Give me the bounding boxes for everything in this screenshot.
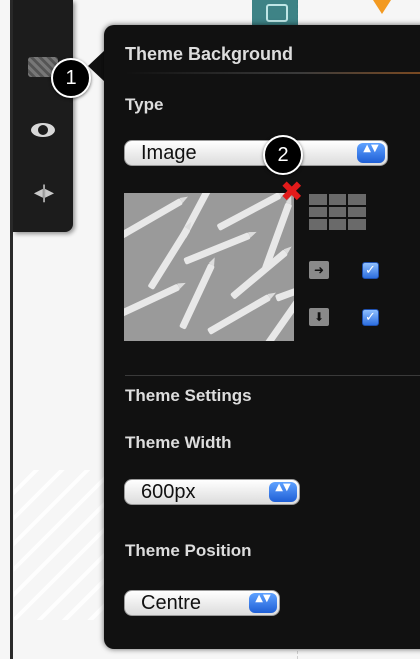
preview-eye-icon[interactable] <box>26 118 60 142</box>
theme-width-select[interactable]: 600px ▲▼ <box>124 479 300 505</box>
select-stepper-icon: ▲▼ <box>269 482 297 502</box>
theme-position-select[interactable]: Centre ▲▼ <box>124 590 280 616</box>
callout-marker-2: 2 <box>263 135 303 175</box>
theme-position-label: Theme Position <box>125 541 252 560</box>
remove-image-icon[interactable]: ✖ <box>280 178 303 206</box>
orange-marker-icon <box>373 0 391 14</box>
panel-title: Theme Background <box>125 44 294 64</box>
select-stepper-icon: ▲▼ <box>357 143 385 163</box>
type-label: Type <box>125 95 164 114</box>
type-select[interactable]: Image ▲▼ <box>124 140 388 166</box>
section-divider <box>125 375 420 376</box>
callout-marker-1: 1 <box>51 58 91 98</box>
theme-width-label: Theme Width <box>125 433 232 452</box>
theme-settings-heading: Theme Settings <box>125 386 252 405</box>
block-icon <box>266 4 288 22</box>
type-select-value: Image <box>141 142 197 164</box>
repeat-horizontal-checkbox[interactable]: ✓ <box>362 262 379 279</box>
theme-position-value: Centre <box>141 592 202 614</box>
theme-width-value: 600px <box>141 481 196 503</box>
resize-width-icon[interactable]: ◂|▸ <box>26 180 60 204</box>
tool-sidebar: ◂|▸ <box>13 0 73 232</box>
background-image-preview[interactable] <box>124 193 294 341</box>
repeat-horizontal-icon: ➜ <box>309 261 329 279</box>
select-stepper-icon: ▲▼ <box>249 593 277 613</box>
repeat-vertical-icon: ⬇ <box>309 308 329 326</box>
repeat-vertical-checkbox[interactable]: ✓ <box>362 309 379 326</box>
tile-grid-icon[interactable] <box>309 194 366 230</box>
title-underline <box>125 72 420 74</box>
